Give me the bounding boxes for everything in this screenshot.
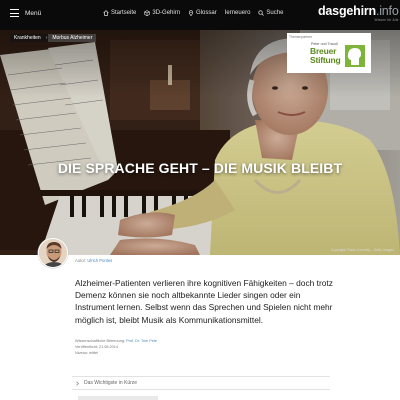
sponsor-label: Themenpartner	[289, 35, 313, 39]
home-icon	[103, 10, 109, 16]
top-navigation-bar: Menü Startseite 3D-Gehirn Glossar Ierneu…	[0, 0, 400, 30]
image-copyright: Copyright: Paula Connelly – Getty Images	[330, 248, 394, 252]
nav-3d-gehirn-label: 3D-Gehirn	[152, 10, 181, 16]
meta-reviewer-link[interactable]: Prof. Dr. Tom Pete	[126, 339, 157, 343]
site-logo[interactable]: dasgehirn.info Wissen für Alle	[318, 4, 399, 23]
breadcrumb-morbus-alzheimer[interactable]: Morbus Alzheimer	[48, 34, 97, 42]
nav-suche[interactable]: Suche	[258, 10, 283, 16]
location-pin-icon	[188, 10, 194, 16]
menu-label: Menü	[25, 9, 42, 17]
nav-startseite[interactable]: Startseite	[103, 10, 136, 16]
cut-off-content	[78, 396, 158, 400]
breadcrumb-krankheiten[interactable]: Krankheiten	[10, 34, 45, 42]
head-silhouette-logo-icon	[345, 45, 365, 67]
nav-glossar-label: Glossar	[196, 10, 217, 16]
logo-part-das: das	[318, 4, 339, 18]
nav-ierneuero-label: Ierneuero	[224, 10, 251, 16]
nav-ierneuero[interactable]: Ierneuero	[225, 10, 251, 16]
nav-suche-label: Suche	[266, 10, 284, 16]
author-line: Autor: Ulrich Pontes	[75, 258, 112, 263]
sponsor-badge[interactable]: Themenpartner Peter und Traudl Breuer St…	[287, 33, 371, 73]
author-avatar[interactable]	[38, 238, 68, 268]
search-icon	[258, 10, 265, 16]
nav-3d-gehirn[interactable]: 3D-Gehirn	[144, 10, 180, 16]
menu-button[interactable]: Menü	[10, 9, 41, 17]
breadcrumb: Krankheiten › Morbus Alzheimer	[10, 34, 97, 42]
logo-part-gehirn: gehirn	[338, 4, 376, 18]
logo-tagline: Wissen für Alle	[374, 18, 399, 22]
meta-level: Niveau: mittel	[75, 351, 99, 355]
meta-review-prefix: Wissenschaftliche Betreuung:	[75, 339, 126, 343]
author-photo	[39, 239, 67, 267]
author-prefix: Autor:	[75, 258, 87, 263]
author-name-link[interactable]: Ulrich Pontes	[87, 258, 112, 263]
main-nav: Startseite 3D-Gehirn Glossar Ierneuero S…	[103, 10, 283, 16]
nav-startseite-label: Startseite	[111, 10, 137, 16]
article-teaser: Alzheimer-Patienten verlieren ihre kogni…	[75, 278, 333, 325]
article-meta: Wissenschaftliche Betreuung: Prof. Dr. T…	[75, 338, 157, 356]
nav-glossar[interactable]: Glossar	[188, 10, 217, 16]
logo-part-info: .info	[375, 4, 399, 18]
cube-icon	[144, 10, 151, 16]
hero-image: Krankheiten › Morbus Alzheimer Themenpar…	[0, 30, 400, 255]
article-title: DIE SPRACHE GEHT – DIE MUSIK BLEIBT	[57, 160, 343, 176]
hamburger-icon	[10, 9, 19, 17]
summary-accordion-label: Das Wichtigste in Kürze	[84, 380, 138, 386]
sponsor-name-stiftung: Stiftung	[310, 55, 341, 65]
chevron-right-icon	[76, 380, 80, 386]
summary-accordion-toggle[interactable]: Das Wichtigste in Kürze	[72, 376, 330, 390]
